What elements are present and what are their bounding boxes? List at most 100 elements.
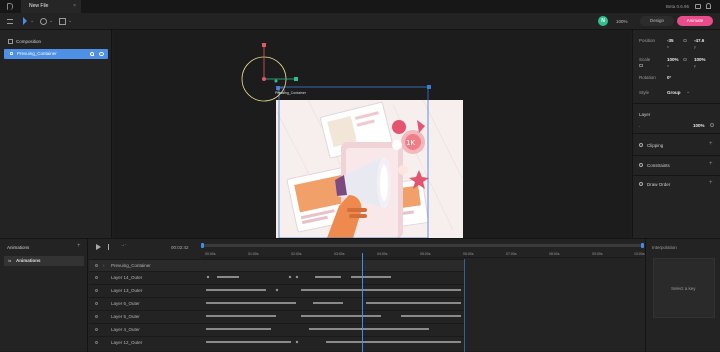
user-avatar[interactable]: N xyxy=(598,16,608,26)
title-bar: New File × Beta 0.6.95 xyxy=(0,0,720,13)
tab-close-icon[interactable]: × xyxy=(73,0,76,13)
eye-icon[interactable] xyxy=(99,52,104,56)
loop-mode-icon[interactable]: →· xyxy=(120,242,127,248)
key-range xyxy=(366,302,461,304)
playhead[interactable] xyxy=(362,253,363,352)
add-animation-icon[interactable]: + xyxy=(77,243,81,249)
svg-text:1K: 1K xyxy=(406,139,415,147)
keyframe-tracks[interactable] xyxy=(201,253,643,352)
zoom-level[interactable]: 100% xyxy=(616,19,628,24)
scale-x-field[interactable]: 100% xyxy=(667,57,679,62)
visibility-icon[interactable] xyxy=(95,276,98,279)
current-time[interactable]: 00:02:42 xyxy=(171,245,189,250)
ellipse-tool-icon[interactable] xyxy=(40,18,47,25)
add-constraint-icon[interactable]: + xyxy=(709,161,713,167)
keyframe[interactable] xyxy=(275,288,279,292)
animations-header: Animations xyxy=(7,245,30,250)
keyframe[interactable] xyxy=(206,275,210,279)
visibility-icon[interactable] xyxy=(95,302,98,305)
design-mode-button[interactable]: Design xyxy=(640,16,674,26)
constraints-section[interactable]: Constraints + xyxy=(639,161,717,170)
layer-row-label: Layer 6_Outer xyxy=(111,301,140,306)
time-ruler[interactable]: 00:00s 01:00s 02:00s 03:00s 04:00s 05:00… xyxy=(201,250,645,258)
animations-list: Animations + ⇆ Animations xyxy=(0,239,88,352)
position-x-field[interactable]: -35 xyxy=(667,38,674,43)
chat-icon[interactable] xyxy=(695,4,701,9)
scale-y-field[interactable]: 100% xyxy=(694,57,706,62)
expand-chevron-icon[interactable]: › xyxy=(103,263,105,268)
step-back-icon[interactable] xyxy=(108,244,112,250)
chevron-down-icon[interactable]: ⌄ xyxy=(49,18,53,24)
layer-opacity-field[interactable]: 100% xyxy=(693,123,705,128)
keyframe[interactable] xyxy=(295,340,299,344)
divider xyxy=(633,103,720,104)
hierarchy-panel: Composition Prevuing_Container xyxy=(0,30,112,238)
layer-section-label: Layer xyxy=(639,112,651,117)
tick-label: 03:00s xyxy=(334,252,345,256)
rotation-label: Rotation xyxy=(639,75,656,80)
scale-y-unit: y xyxy=(694,64,696,68)
draw-order-icon xyxy=(639,182,643,186)
select-tool-icon[interactable] xyxy=(23,17,27,25)
tick-label: 06:00s xyxy=(463,252,474,256)
link-icon[interactable] xyxy=(683,39,687,42)
position-x-unit: x xyxy=(667,45,669,49)
link-icon[interactable] xyxy=(683,58,687,61)
visibility-icon[interactable] xyxy=(95,264,98,267)
opacity-icon xyxy=(710,123,714,127)
add-clipping-icon[interactable]: + xyxy=(709,141,713,147)
anchor-icon[interactable] xyxy=(90,52,94,56)
visibility-icon[interactable] xyxy=(95,341,98,344)
key-range xyxy=(315,276,341,278)
menu-icon[interactable] xyxy=(7,19,13,24)
visibility-icon[interactable] xyxy=(95,289,98,292)
stage-artwork: 1K xyxy=(241,43,464,238)
group-icon xyxy=(10,52,13,55)
tick-label: 04:00s xyxy=(377,252,388,256)
animation-item-selected[interactable]: ⇆ Animations xyxy=(4,256,84,266)
stage-canvas[interactable]: 1K Prevuing_Container xyxy=(113,30,631,238)
chevron-down-icon[interactable]: ⌄ xyxy=(68,18,72,24)
play-icon[interactable] xyxy=(96,244,101,250)
tick-label: 07:00s xyxy=(506,252,517,256)
layer-item-selected[interactable]: Prevuing_Container xyxy=(4,49,108,59)
composition-row[interactable]: Composition xyxy=(6,38,106,46)
keyframe[interactable] xyxy=(295,275,299,279)
scale-lock-icon[interactable] xyxy=(639,64,643,67)
chevron-down-icon[interactable]: ⌄ xyxy=(30,18,34,24)
frame-tool-icon[interactable] xyxy=(59,18,66,25)
clipping-section[interactable]: Clipping + xyxy=(639,141,717,150)
blend-mode-select[interactable]: - xyxy=(639,123,640,128)
style-select[interactable]: Group xyxy=(667,90,681,95)
visibility-icon[interactable] xyxy=(95,328,98,331)
tick-label: 08:00s xyxy=(549,252,560,256)
draw-order-label: Draw Order xyxy=(647,182,671,187)
position-y-unit: y xyxy=(694,45,696,49)
position-y-field[interactable]: -47.6 xyxy=(694,38,704,43)
range-end-handle[interactable] xyxy=(641,243,644,248)
tick-label: 02:00s xyxy=(291,252,302,256)
range-end-marker xyxy=(464,259,465,352)
key-range xyxy=(401,315,461,317)
visibility-icon[interactable] xyxy=(95,315,98,318)
draw-order-section[interactable]: Draw Order + xyxy=(639,180,717,189)
layer-row-label: Layer 14_Outer xyxy=(111,275,143,280)
range-start-handle[interactable] xyxy=(201,243,204,248)
bell-icon[interactable] xyxy=(706,3,711,9)
tick-label: 01:00s xyxy=(248,252,259,256)
chevron-down-icon[interactable]: ⌄ xyxy=(686,89,690,95)
rotation-field[interactable]: 0° xyxy=(667,75,671,80)
tick-label: 05:00s xyxy=(420,252,431,256)
key-range xyxy=(206,289,266,291)
app-logo-icon[interactable] xyxy=(7,3,13,10)
timeline-scrubber[interactable] xyxy=(201,243,644,248)
timeline-panel: Animations + ⇆ Animations →· 00:02:42 00… xyxy=(0,238,720,352)
divider xyxy=(633,133,720,134)
keyframe[interactable] xyxy=(288,275,292,279)
version-label: Beta 0.6.95 xyxy=(666,4,690,9)
playback-controls: →· 00:02:42 xyxy=(89,239,201,256)
file-tab[interactable]: New File × xyxy=(21,0,81,13)
animate-mode-button[interactable]: Animate xyxy=(677,16,713,26)
selection-label: Prevuing_Container xyxy=(275,91,306,95)
add-draw-order-icon[interactable]: + xyxy=(709,180,713,186)
